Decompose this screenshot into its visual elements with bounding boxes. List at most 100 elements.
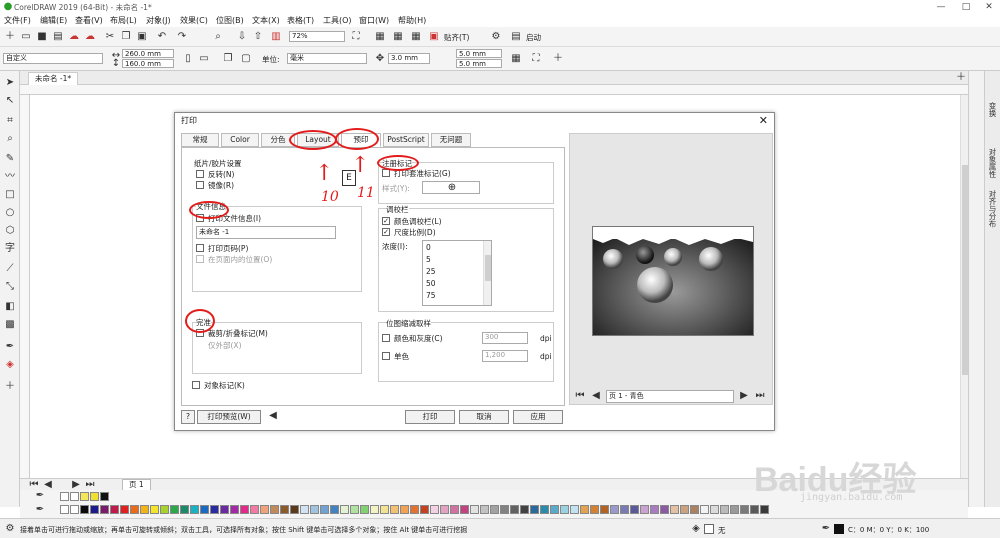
eyedropper-icon[interactable]: ✒ [4,341,16,353]
launch-button[interactable]: 启动 [526,32,541,43]
density-scrollbar[interactable] [483,241,491,305]
pdf-icon[interactable]: ▥ [270,31,282,43]
dialog-close-button[interactable]: ✕ [759,113,768,128]
swatch-c68[interactable] [760,505,769,514]
parallel-dimension-icon[interactable]: ⟋ [4,263,16,275]
density-item[interactable]: 0 [426,243,431,252]
mono-dpi-field[interactable]: 1,200 [482,350,528,362]
swatch-c26[interactable] [340,505,349,514]
swatch-c38[interactable] [460,505,469,514]
close-button[interactable]: ✕ [978,0,1000,14]
shape-tool-icon[interactable]: ↖ [4,95,16,107]
swatch-c30[interactable] [380,505,389,514]
connector-tool-icon[interactable]: ⤡ [4,281,16,293]
swatch-c8[interactable] [160,505,169,514]
swatch-c14[interactable] [220,505,229,514]
swatch-c5[interactable] [130,505,139,514]
tab-add-icon[interactable]: ＋ [955,72,967,84]
zoom-level-select[interactable]: 72% [289,31,345,42]
swatch-c61[interactable] [690,505,699,514]
swatch-c31[interactable] [390,505,399,514]
save-icon[interactable]: ■ [36,31,48,43]
swatch-c6[interactable] [140,505,149,514]
swatch-c59[interactable] [670,505,679,514]
new-icon[interactable]: ＋ [4,31,16,43]
swatch-c49[interactable] [570,505,579,514]
mirror-checkbox[interactable] [196,181,204,189]
tab-color[interactable]: Color [221,133,259,147]
swatch-c9[interactable] [170,505,179,514]
density-item[interactable]: 25 [426,267,436,276]
menu-edit[interactable]: 编辑(E) [40,15,67,26]
apply-button[interactable]: 应用 [513,410,563,424]
swatch-c10[interactable] [180,505,189,514]
swatch-c22[interactable] [300,505,309,514]
swatch-c55[interactable] [630,505,639,514]
swatch-c29[interactable] [370,505,379,514]
color-gray-checkbox[interactable] [382,334,390,342]
docker-tab-align-distribute[interactable]: 对齐与分布 [986,190,998,228]
swatch-c62[interactable] [700,505,709,514]
menu-effects[interactable]: 效果(C) [180,15,208,26]
density-list[interactable]: 0 5 25 50 75 [422,240,492,306]
docker-tab-transform[interactable]: 变换 [986,102,998,117]
units-select[interactable]: 毫米 [287,53,367,64]
swatch-c36[interactable] [440,505,449,514]
print-preview-button[interactable]: 打印预览(W) [197,410,261,424]
swatch-c45[interactable] [530,505,539,514]
print-page-numbers-checkbox[interactable] [196,244,204,252]
densitometer-checkbox[interactable]: ✓ [382,228,390,236]
duplicate-x-field[interactable]: 5.0 mm [456,49,502,58]
swatch-black[interactable] [100,492,109,501]
swatch-yellow-2[interactable] [90,492,99,501]
help-button[interactable]: ? [181,410,195,424]
swatch-c11[interactable] [190,505,199,514]
menu-bitmaps[interactable]: 位图(B) [216,15,244,26]
mono-checkbox[interactable] [382,352,390,360]
show-rulers-icon[interactable]: ▦ [374,31,386,43]
file-info-input[interactable]: 未命名 -1 [196,226,336,239]
reg-mark-style-select[interactable]: ⊕ [422,181,480,194]
preview-prev-icon[interactable]: ◀ [590,390,602,402]
swatch-c37[interactable] [450,505,459,514]
swatch-c23[interactable] [310,505,319,514]
undo-icon[interactable]: ↶ [156,31,168,43]
collapse-preview-icon[interactable]: ◀ [267,410,279,422]
swatch-yellow[interactable] [80,492,89,501]
preview-last-icon[interactable]: ⏭ [754,390,766,402]
swatch-c43[interactable] [510,505,519,514]
swatch-c66[interactable] [740,505,749,514]
swatch-c64[interactable] [720,505,729,514]
guidelines-icon[interactable]: ▦ [410,31,422,43]
all-pages-icon[interactable]: ❐ [222,53,234,65]
swatch-c39[interactable] [470,505,479,514]
swatch-none[interactable] [60,492,69,501]
preview-page-select[interactable]: 页 1 - 青色 [606,390,734,403]
swatch-c17[interactable] [250,505,259,514]
eyedropper-palette-2-icon[interactable]: ✒ [34,504,46,516]
import-icon[interactable]: ⇩ [236,31,248,43]
snap-icon[interactable]: ▣ [428,31,440,43]
density-item[interactable]: 75 [426,291,436,300]
portrait-icon[interactable]: ▯ [182,53,194,65]
search-content-icon[interactable]: ⌕ [212,31,224,43]
swatch-c58[interactable] [660,505,669,514]
page-frame-icon[interactable]: ⛶ [530,53,542,65]
swatch-c27[interactable] [350,505,359,514]
menu-layout[interactable]: 布局(L) [110,15,137,26]
docker-tab-object-properties[interactable]: 对象属性 [986,148,998,178]
swatch-c41[interactable] [490,505,499,514]
swatch-c20[interactable] [280,505,289,514]
menu-window[interactable]: 窗口(W) [359,15,389,26]
object-marks-checkbox[interactable] [192,381,200,389]
color-calibration-checkbox[interactable]: ✓ [382,217,390,225]
treat-as-filled-icon[interactable]: ▦ [510,53,522,65]
swatch-c46[interactable] [540,505,549,514]
polygon-tool-icon[interactable]: ⬡ [4,225,16,237]
vertical-scrollbar[interactable] [960,95,968,478]
swatch-c4[interactable] [120,505,129,514]
swatch-c40[interactable] [480,505,489,514]
page-preset-select[interactable]: 自定义 [3,53,103,64]
eyedropper-palette-icon[interactable]: ✒ [34,490,46,502]
menu-table[interactable]: 表格(T) [287,15,314,26]
